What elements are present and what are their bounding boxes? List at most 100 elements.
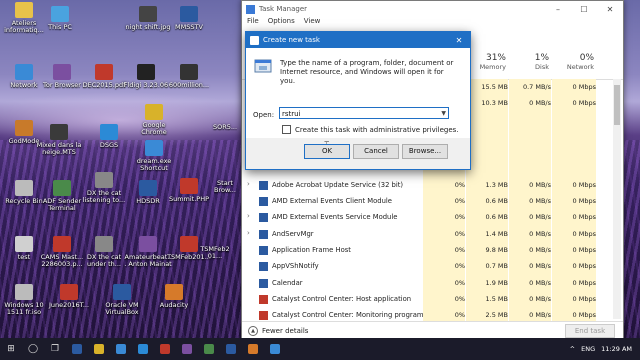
process-memory: 1.4 MB xyxy=(466,225,508,242)
ok-button[interactable]: OK xyxy=(304,144,350,159)
task-manager-footer: ▲ Fewer details End task xyxy=(242,321,623,339)
desktop-icon[interactable]: CAMS Mast... 2286003.p... xyxy=(38,236,86,268)
desktop-icon[interactable]: 600million... xyxy=(165,64,213,89)
browse-button[interactable]: Browse... xyxy=(402,144,448,159)
process-name: AMD External Events Service Module xyxy=(272,213,398,222)
menu-view[interactable]: View xyxy=(304,17,321,29)
desktop-icon-image xyxy=(50,124,68,140)
fewer-details-link[interactable]: ▲ Fewer details xyxy=(248,326,308,336)
expand-chevron-icon: › xyxy=(247,179,250,188)
process-row[interactable]: Calendar 0% 1.9 MB 0 MB/s 0 Mbps xyxy=(242,274,612,291)
column-disk[interactable]: 1% Disk xyxy=(509,53,549,71)
admin-privileges-checkbox[interactable]: Create this task with administrative pri… xyxy=(282,125,459,134)
desktop-icon-label: Summit.PHP xyxy=(168,195,210,203)
column-memory[interactable]: 31% Memory xyxy=(466,53,506,71)
process-row[interactable]: › Adobe Acrobat Update Service (32 bit) 0%… xyxy=(242,176,612,194)
menu-options[interactable]: Options xyxy=(268,17,295,29)
process-row[interactable]: › AndServMgr 0% 1.4 MB 0 MB/s 0 Mbps xyxy=(242,225,612,242)
desktop-icon[interactable]: dream.exe Shortcut xyxy=(130,140,178,172)
desktop-icon[interactable]: Google Chrome xyxy=(130,104,178,136)
desktop-icon[interactable]: Oracle VM VirtualBox xyxy=(98,284,146,316)
desktop-icon[interactable]: Tor Browser xyxy=(38,64,86,89)
process-row[interactable]: Catalyst Control Center: Host applicatio… xyxy=(242,290,612,308)
network-percent: 0% xyxy=(579,53,594,63)
desktop-icon[interactable]: Summit.PHP xyxy=(165,178,213,203)
process-disk: 0 MB/s xyxy=(509,258,551,275)
desktop-icon-label: Mixed dans la neige.MTS xyxy=(36,141,82,156)
chevron-up-icon: ▲ xyxy=(248,326,258,336)
process-cpu: 0% xyxy=(423,176,465,194)
desktop-icon[interactable]: Start Brow... xyxy=(210,180,240,194)
end-task-button[interactable]: End task xyxy=(565,324,615,338)
process-name: AMD External Events Client Module xyxy=(272,197,392,206)
desktop-icon[interactable]: MMSSTV xyxy=(165,6,213,31)
disk-label: Disk xyxy=(535,63,549,71)
desktop-icon[interactable]: SOR5... xyxy=(210,124,240,131)
process-network xyxy=(552,127,596,145)
process-memory xyxy=(466,144,508,161)
minimize-button[interactable]: – xyxy=(545,5,571,14)
task-manager-titlebar[interactable]: Task Manager – ☐ ✕ xyxy=(242,1,623,17)
task-view-button[interactable]: ❐ xyxy=(44,338,66,360)
taskbar-app-button[interactable] xyxy=(242,338,264,360)
desktop-icon[interactable]: DSGS xyxy=(85,124,133,149)
taskbar-app-button[interactable] xyxy=(88,338,110,360)
process-disk xyxy=(509,111,551,128)
desktop-icon[interactable]: Audacity xyxy=(150,284,198,309)
process-network: 0 Mbps xyxy=(552,258,596,275)
fewer-details-label: Fewer details xyxy=(262,327,309,335)
clock[interactable]: 11:29 AM xyxy=(601,345,632,353)
dialog-close-button[interactable]: ✕ xyxy=(448,36,470,45)
desktop-icon[interactable]: Mixed dans la neige.MTS xyxy=(35,124,83,156)
desktop-icon-image xyxy=(15,64,33,80)
taskbar-app-button[interactable] xyxy=(132,338,154,360)
process-network xyxy=(552,160,596,177)
taskbar-app-button[interactable] xyxy=(264,338,286,360)
desktop-icon[interactable]: DEC2015.pdf xyxy=(80,64,128,89)
desktop-icon[interactable]: Windows 10 1511 fr.iso xyxy=(0,284,48,316)
process-cpu: 0% xyxy=(423,290,465,308)
process-memory: 1.9 MB xyxy=(466,274,508,291)
desktop-icon[interactable]: ADF Sender Terminal xyxy=(38,180,86,212)
taskbar-app-button[interactable] xyxy=(198,338,220,360)
dialog-titlebar[interactable]: Create new task ✕ xyxy=(246,32,470,48)
process-cpu: 0% xyxy=(423,274,465,291)
scrollbar-thumb[interactable] xyxy=(614,85,620,125)
taskbar-app-button[interactable] xyxy=(154,338,176,360)
desktop-icon[interactable]: This PC xyxy=(36,6,84,31)
desktop-icon[interactable]: June2016T... xyxy=(45,284,93,309)
column-network[interactable]: 0% Network xyxy=(552,53,594,71)
cancel-button[interactable]: Cancel xyxy=(353,144,399,159)
admin-privileges-label: Create this task with administrative pri… xyxy=(295,125,459,134)
desktop-icon-image xyxy=(53,236,71,252)
maximize-button[interactable]: ☐ xyxy=(571,5,597,14)
process-row[interactable]: Application Frame Host 0% 9.8 MB 0 MB/s 0 Mb… xyxy=(242,241,612,259)
scrollbar[interactable] xyxy=(613,79,621,319)
chevron-down-icon[interactable]: ▼ xyxy=(441,108,446,120)
process-disk: 0 MB/s xyxy=(509,274,551,291)
dialog-icon xyxy=(250,35,259,45)
desktop-icon[interactable]: DX the cat listening to... xyxy=(80,172,128,204)
process-row[interactable]: AMD External Events Client Module 0% 0.6 M… xyxy=(242,193,612,210)
menu-file[interactable]: File xyxy=(247,17,259,29)
process-row[interactable]: › AMD External Events Service Module 0% 0.6… xyxy=(242,209,612,226)
tray-chevron-icon[interactable]: ^ xyxy=(570,345,575,353)
start-button[interactable]: ⊞ xyxy=(0,338,22,360)
dialog-body: Type the name of a program, folder, docu… xyxy=(246,48,470,151)
checkbox-box[interactable] xyxy=(282,125,291,134)
desktop-icon-image xyxy=(15,236,33,252)
taskbar-app-button[interactable] xyxy=(176,338,198,360)
desktop-icon[interactable]: Fldigi 3.23.06 xyxy=(122,64,170,89)
process-row[interactable]: AppVShNotify 0% 0.7 MB 0 MB/s 0 Mbps xyxy=(242,258,612,275)
search-button[interactable]: ◯ xyxy=(22,338,44,360)
taskbar-app-button[interactable] xyxy=(110,338,132,360)
taskbar-app-button[interactable] xyxy=(220,338,242,360)
open-input[interactable]: rstrui ▼ xyxy=(279,107,449,119)
process-icon xyxy=(259,245,268,255)
desktop-icon[interactable]: DX the cat under th... xyxy=(80,236,128,268)
close-button[interactable]: ✕ xyxy=(597,5,623,14)
taskbar-app-button[interactable] xyxy=(66,338,88,360)
language-indicator[interactable]: ENG xyxy=(581,345,595,353)
process-cpu: 0% xyxy=(423,241,465,259)
desktop-icon[interactable]: TSMFeb201... xyxy=(200,246,230,260)
